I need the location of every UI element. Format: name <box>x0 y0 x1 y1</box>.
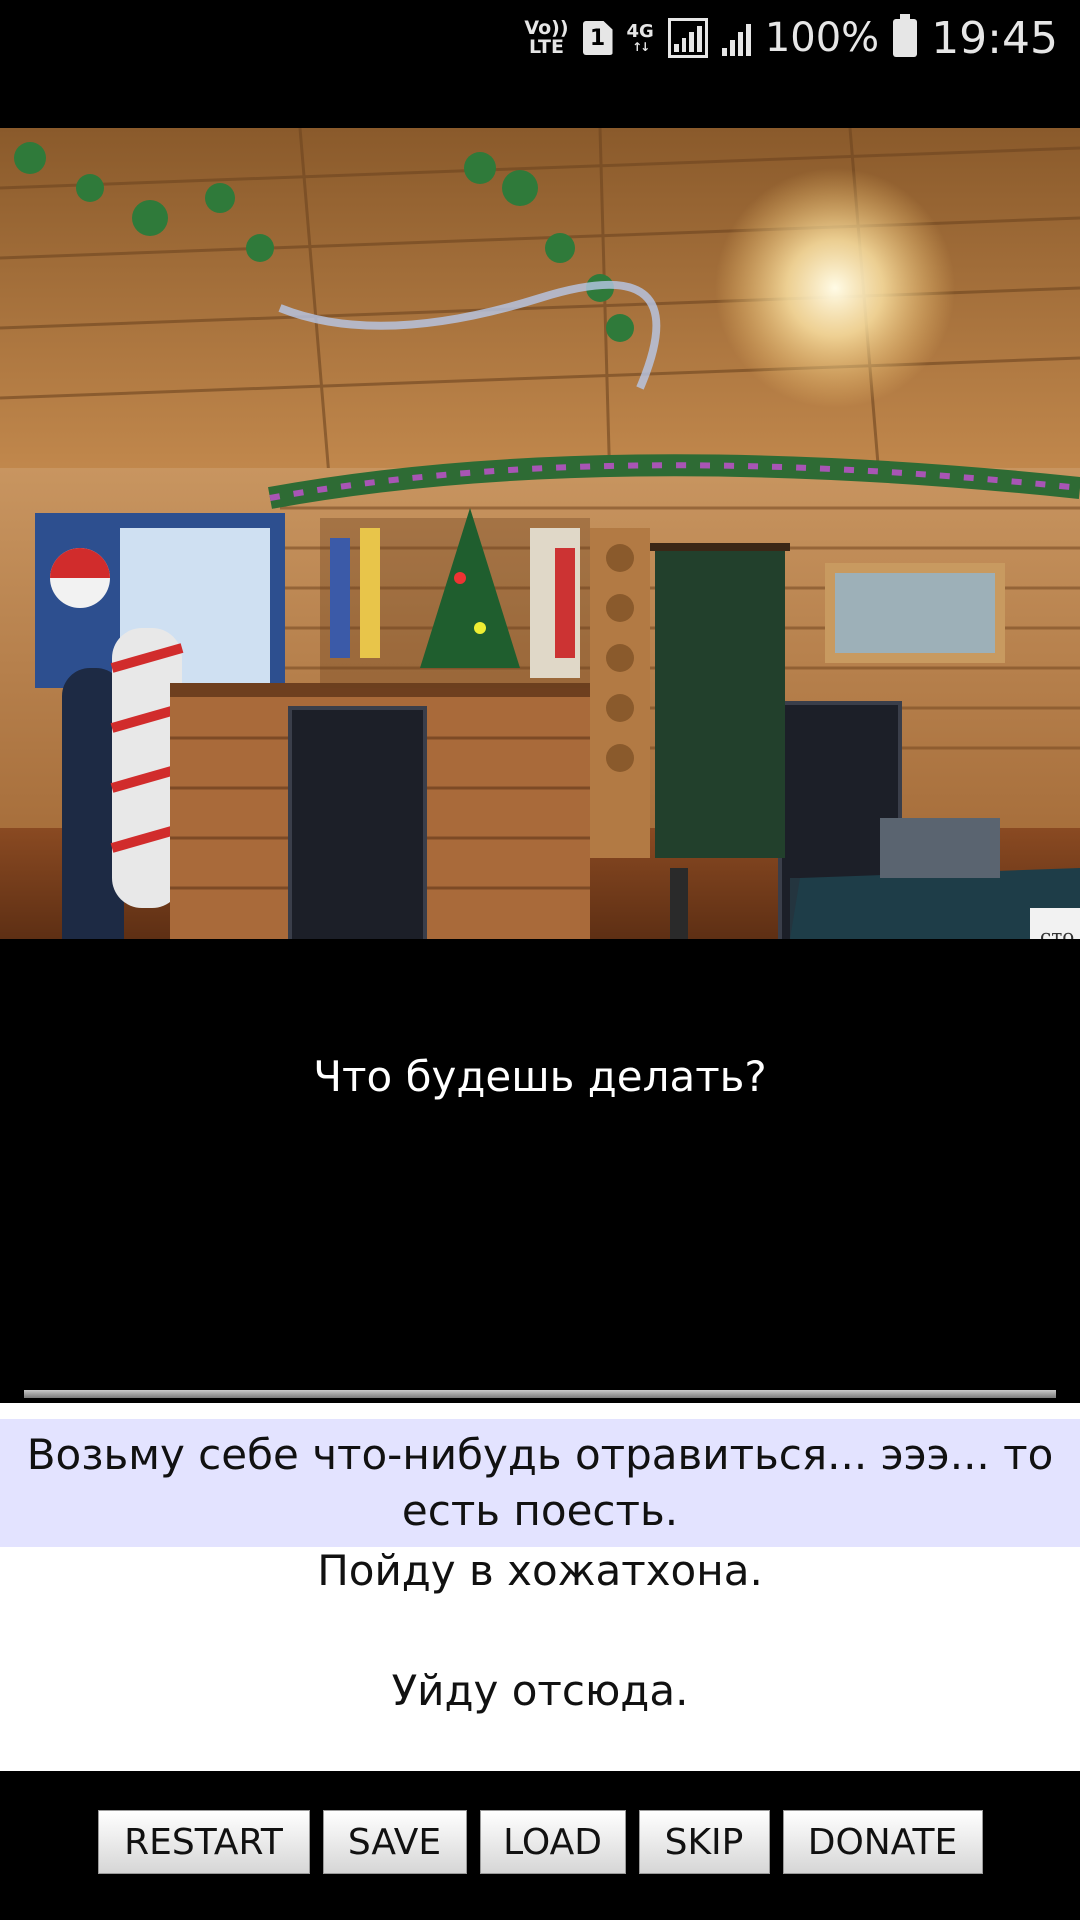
signal-strength-icon-sim1 <box>667 18 708 58</box>
choice-go-khozhatkhona[interactable]: Пойду в хожатхона. <box>0 1543 1080 1603</box>
volte-icon: Vo)) LTE <box>524 19 568 57</box>
scene-image: сто <box>0 128 1080 939</box>
skip-button[interactable]: SKIP <box>638 1810 770 1874</box>
sim-slot-number: 1 <box>589 25 606 51</box>
signal-strength-icon-sim2 <box>721 20 751 56</box>
restart-button[interactable]: RESTART <box>97 1810 310 1874</box>
status-bar: Vo)) LTE 1 4G ↑↓ 100% 19:45 <box>0 0 1080 76</box>
load-button[interactable]: LOAD <box>479 1810 626 1874</box>
battery-icon <box>893 14 918 57</box>
lte-label: LTE <box>529 36 564 58</box>
data-arrows-icon: ↑↓ <box>632 40 650 54</box>
narration-text: Что будешь делать? <box>313 1052 767 1101</box>
choice-leave[interactable]: Уйду отсюда. <box>0 1663 1080 1723</box>
game-screen: Vo)) LTE 1 4G ↑↓ 100% 19:45 сто Что буде… <box>0 0 1080 1920</box>
save-button[interactable]: SAVE <box>322 1810 467 1874</box>
donate-button[interactable]: DONATE <box>782 1810 983 1874</box>
network-type-label: 4G <box>626 21 654 42</box>
battery-percent: 100% <box>764 15 880 61</box>
action-bar: RESTART SAVE LOAD SKIP DONATE <box>0 1810 1080 1874</box>
sim-card-icon: 1 <box>582 21 613 55</box>
network-type-icon: 4G ↑↓ <box>626 21 654 54</box>
divider <box>24 1390 1056 1398</box>
table-sign-text: сто <box>1040 924 1074 939</box>
clock: 19:45 <box>931 12 1058 64</box>
choices-panel: Возьму себе что-нибудь отравиться... эээ… <box>0 1403 1080 1771</box>
choice-eat[interactable]: Возьму себе что-нибудь отравиться... эээ… <box>0 1419 1080 1547</box>
